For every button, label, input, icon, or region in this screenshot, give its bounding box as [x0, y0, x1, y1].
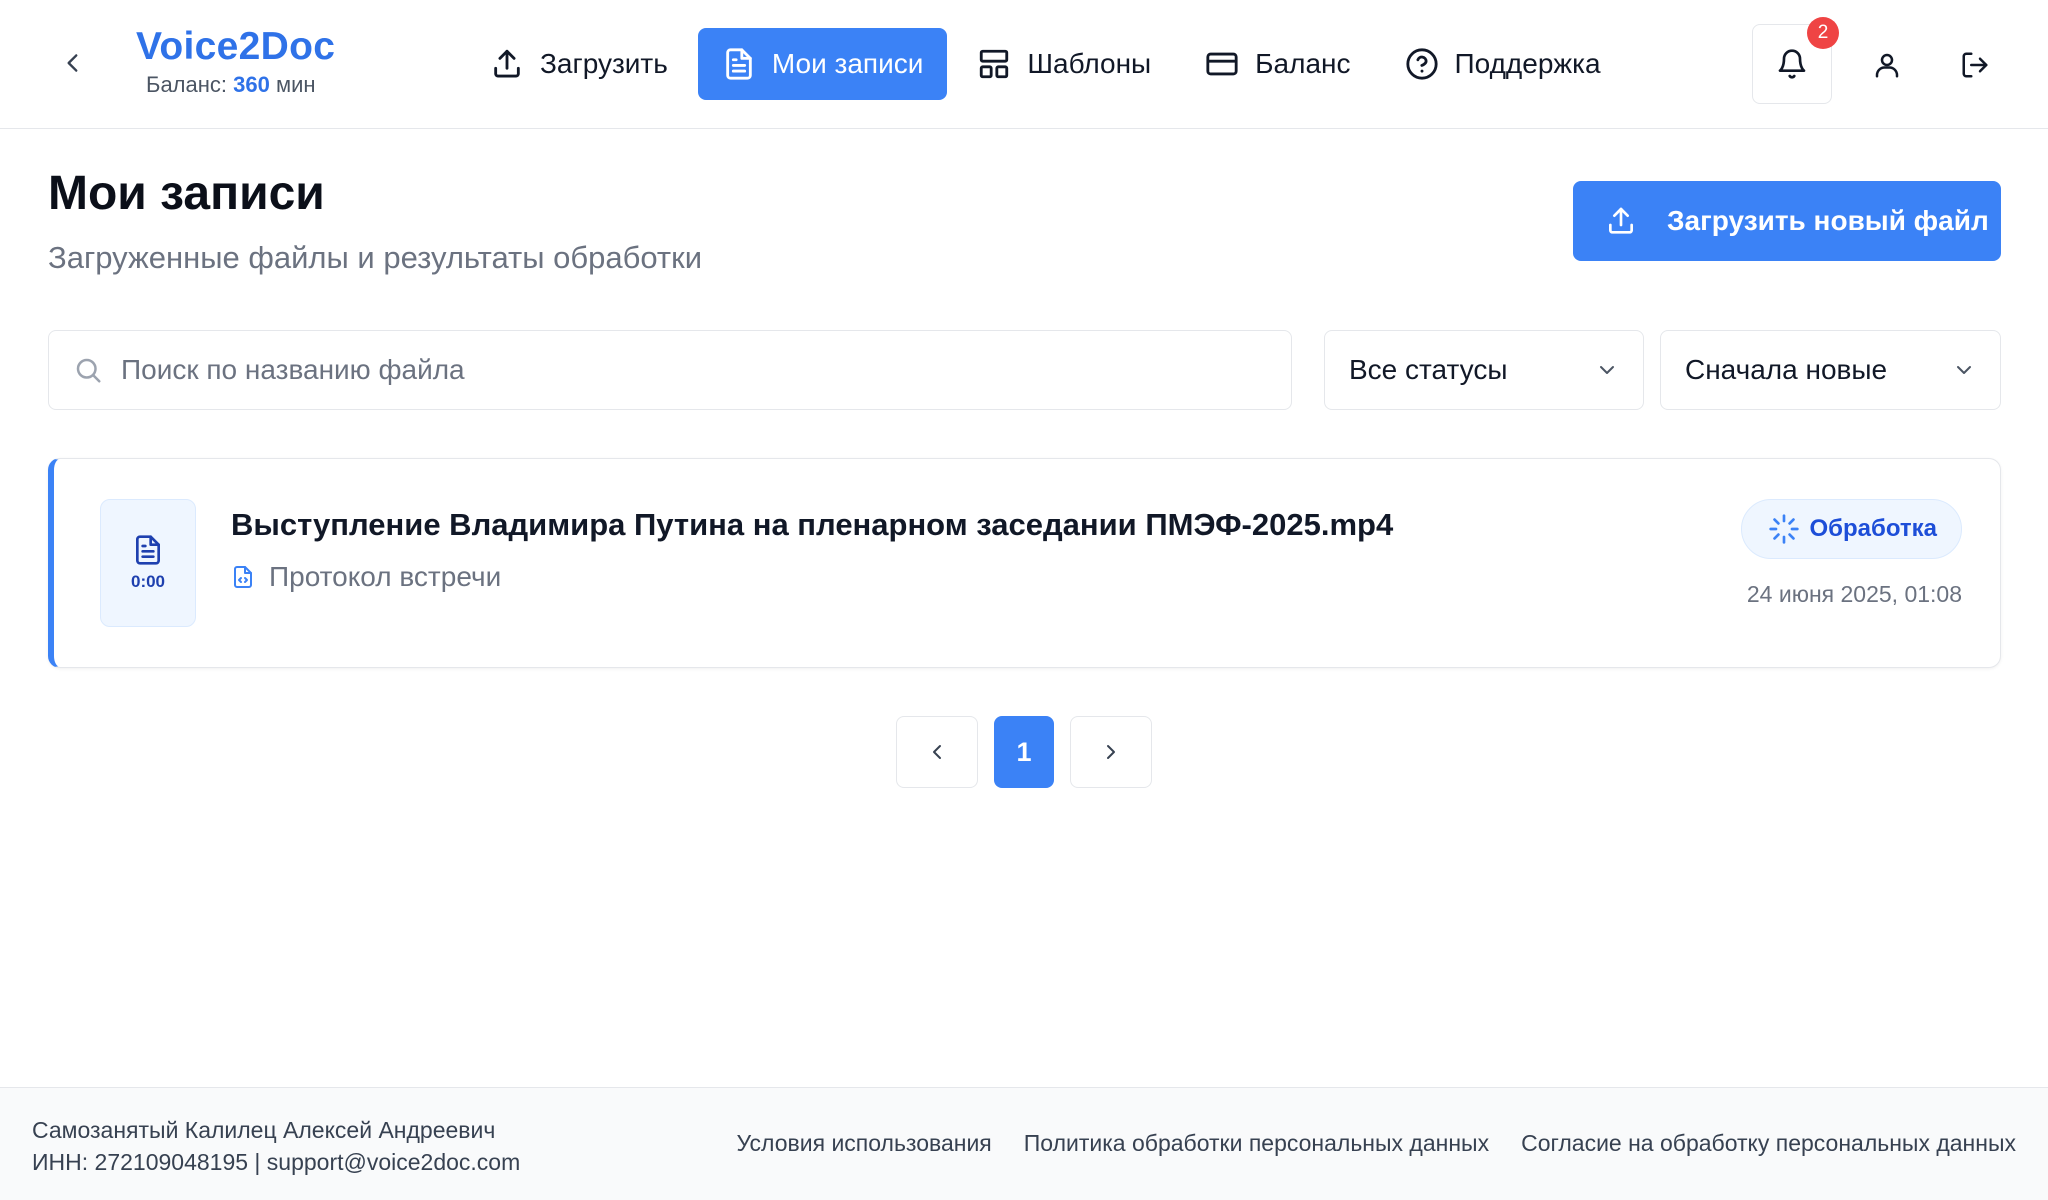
balance-indicator: Баланс: 360 мин: [136, 72, 335, 98]
chevron-left-icon: [67, 54, 78, 72]
back-button[interactable]: [56, 46, 90, 80]
notifications-button[interactable]: 2: [1752, 17, 1839, 104]
profile-button[interactable]: [1866, 44, 1908, 86]
footer-contacts: ИНН: 272109048195 | support@voice2doc.co…: [32, 1149, 521, 1175]
brand-block: Voice2Doc Баланс: 360 мин: [136, 24, 335, 98]
nav-my-records[interactable]: Мои записи: [697, 28, 948, 100]
status-filter-value: Все статусы: [1349, 354, 1508, 385]
nav-templates-label: Шаблоны: [1027, 48, 1152, 79]
nav-upload-label: Загрузить: [540, 48, 668, 79]
sort-value: Сначала новые: [1685, 354, 1888, 385]
record-card[interactable]: 0:00 Выступление Владимира Путина на пле…: [48, 458, 2001, 668]
file-code-icon: [234, 566, 252, 588]
logout-button[interactable]: [1954, 44, 1996, 86]
user-icon: [1875, 53, 1899, 78]
upload-new-file-button[interactable]: Загрузить новый файл: [1573, 181, 2001, 261]
document-icon: [726, 48, 752, 80]
status-badge-label: Обработка: [1809, 515, 1938, 542]
upload-icon: [1609, 207, 1633, 234]
status-filter-select[interactable]: Все статусы: [1324, 330, 1644, 410]
brand-logo[interactable]: Voice2Doc: [136, 24, 335, 70]
search-input[interactable]: [121, 354, 1221, 386]
chevron-down-icon: [1957, 366, 1971, 374]
balance-label: Баланс:: [146, 72, 228, 97]
file-text-icon: [136, 535, 160, 565]
nav-balance[interactable]: Баланс: [1181, 28, 1374, 100]
footer-link-consent[interactable]: Согласие на обработку персональных данны…: [1521, 1130, 2016, 1157]
top-header: Voice2Doc Баланс: 360 мин Загрузить Мои …: [0, 0, 2048, 129]
nav-support-label: Поддержка: [1454, 48, 1601, 79]
chevron-right-icon: [1107, 745, 1115, 759]
logout-icon: [1962, 52, 1988, 78]
nav-templates[interactable]: Шаблоны: [953, 28, 1175, 100]
loader-icon: [1768, 514, 1799, 544]
pagination-prev-button[interactable]: [896, 716, 978, 788]
notifications-badge: 2: [1807, 17, 1839, 49]
record-title[interactable]: Выступление Владимира Путина на пленарно…: [231, 507, 1393, 543]
nav-balance-label: Баланс: [1255, 48, 1351, 79]
pagination-next-button[interactable]: [1070, 716, 1152, 788]
record-duration: 0:00: [130, 572, 166, 591]
upload-icon: [494, 49, 520, 78]
credit-card-icon: [1206, 52, 1238, 76]
search-box: [48, 330, 1292, 410]
footer-link-terms[interactable]: Условия использования: [736, 1130, 991, 1157]
record-thumbnail: 0:00: [100, 499, 196, 627]
upload-new-file-label: Загрузить новый файл: [1667, 205, 1989, 236]
bell-icon: [1778, 49, 1806, 79]
balance-unit: мин: [275, 72, 316, 97]
footer-links: Условия использования Политика обработки…: [736, 1130, 2016, 1157]
footer-owner: Самозанятый Калилец Алексей Андреевич: [32, 1117, 496, 1143]
chevron-down-icon: [1600, 366, 1614, 374]
nav-upload[interactable]: Загрузить: [466, 28, 692, 100]
nav-my-records-label: Мои записи: [771, 48, 924, 79]
page-subtitle: Загруженные файлы и результаты обработки: [48, 240, 703, 275]
help-circle-icon: [1405, 48, 1438, 80]
status-badge: Обработка: [1740, 499, 1962, 559]
sort-select[interactable]: Сначала новые: [1660, 330, 2001, 410]
record-template: Протокол встречи: [231, 561, 501, 593]
record-date: 24 июня 2025, 01:08: [1746, 581, 1962, 607]
footer-link-privacy-policy[interactable]: Политика обработки персональных данных: [1024, 1130, 1489, 1157]
balance-value: 360: [233, 72, 270, 97]
record-template-label: Протокол встречи: [269, 561, 502, 592]
search-icon: [76, 358, 101, 383]
chevron-left-icon: [933, 745, 941, 759]
nav-support[interactable]: Поддержка: [1381, 28, 1625, 100]
layout-icon: [980, 49, 1009, 79]
page-title: Мои записи: [48, 167, 325, 220]
footer-owner-info: Самозанятый Калилец Алексей Андреевич ИН…: [32, 1114, 520, 1178]
pagination-page-current[interactable]: 1: [994, 716, 1054, 788]
footer: Самозанятый Калилец Алексей Андреевич ИН…: [0, 1087, 2048, 1200]
main-nav: Загрузить Мои записи Шаблоны Баланс Подд…: [466, 28, 1625, 100]
